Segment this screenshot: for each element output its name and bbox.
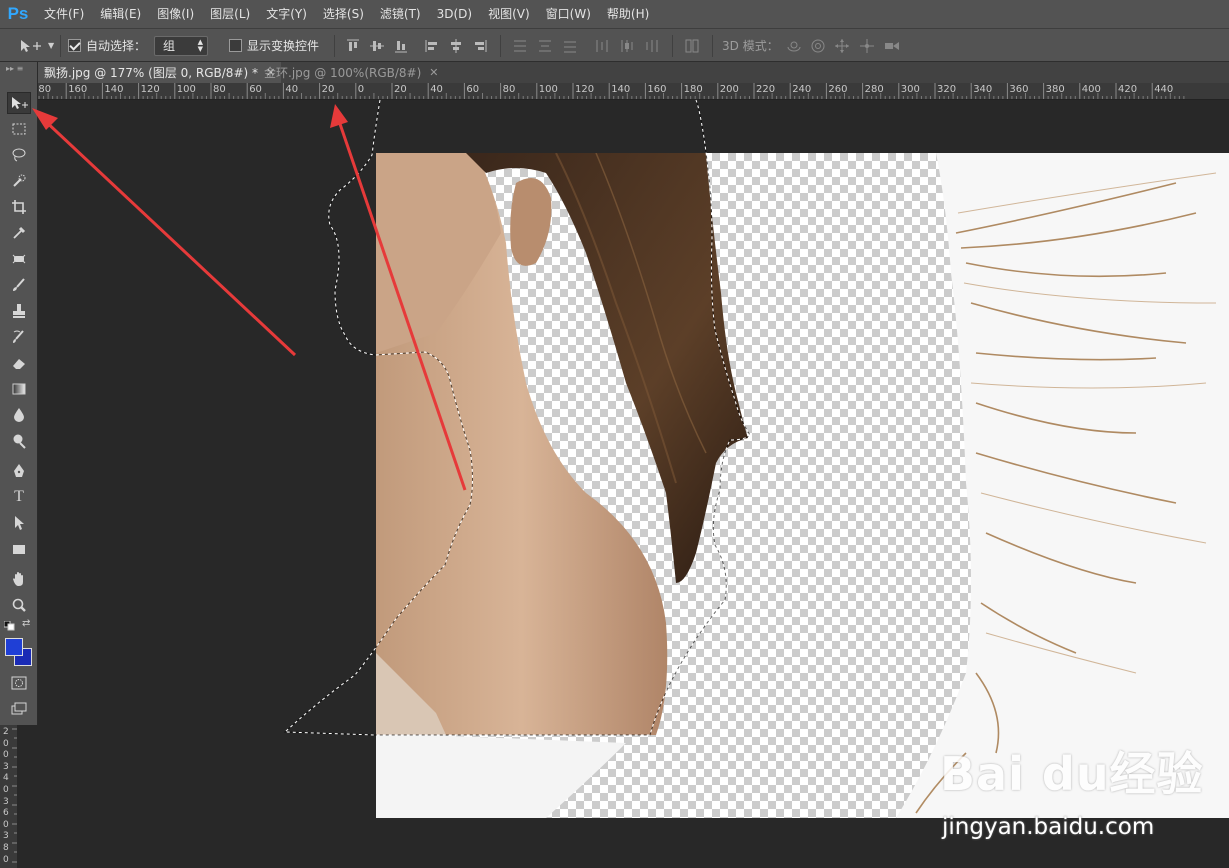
baidu-jingyan-watermark: Bai du经验 jingyan.baidu.com xyxy=(940,738,1220,840)
watermark-brand: Bai du经验 xyxy=(940,747,1204,801)
red-arrow-to-move-tool xyxy=(32,108,297,357)
selection-marquee xyxy=(283,99,751,736)
red-arrow-to-ruler xyxy=(330,104,467,491)
photoshop-window: Ps 文件(F) 编辑(E) 图像(I) 图层(L) 文字(Y) 选择(S) 滤… xyxy=(0,0,1229,868)
watermark-url: jingyan.baidu.com xyxy=(942,814,1155,840)
